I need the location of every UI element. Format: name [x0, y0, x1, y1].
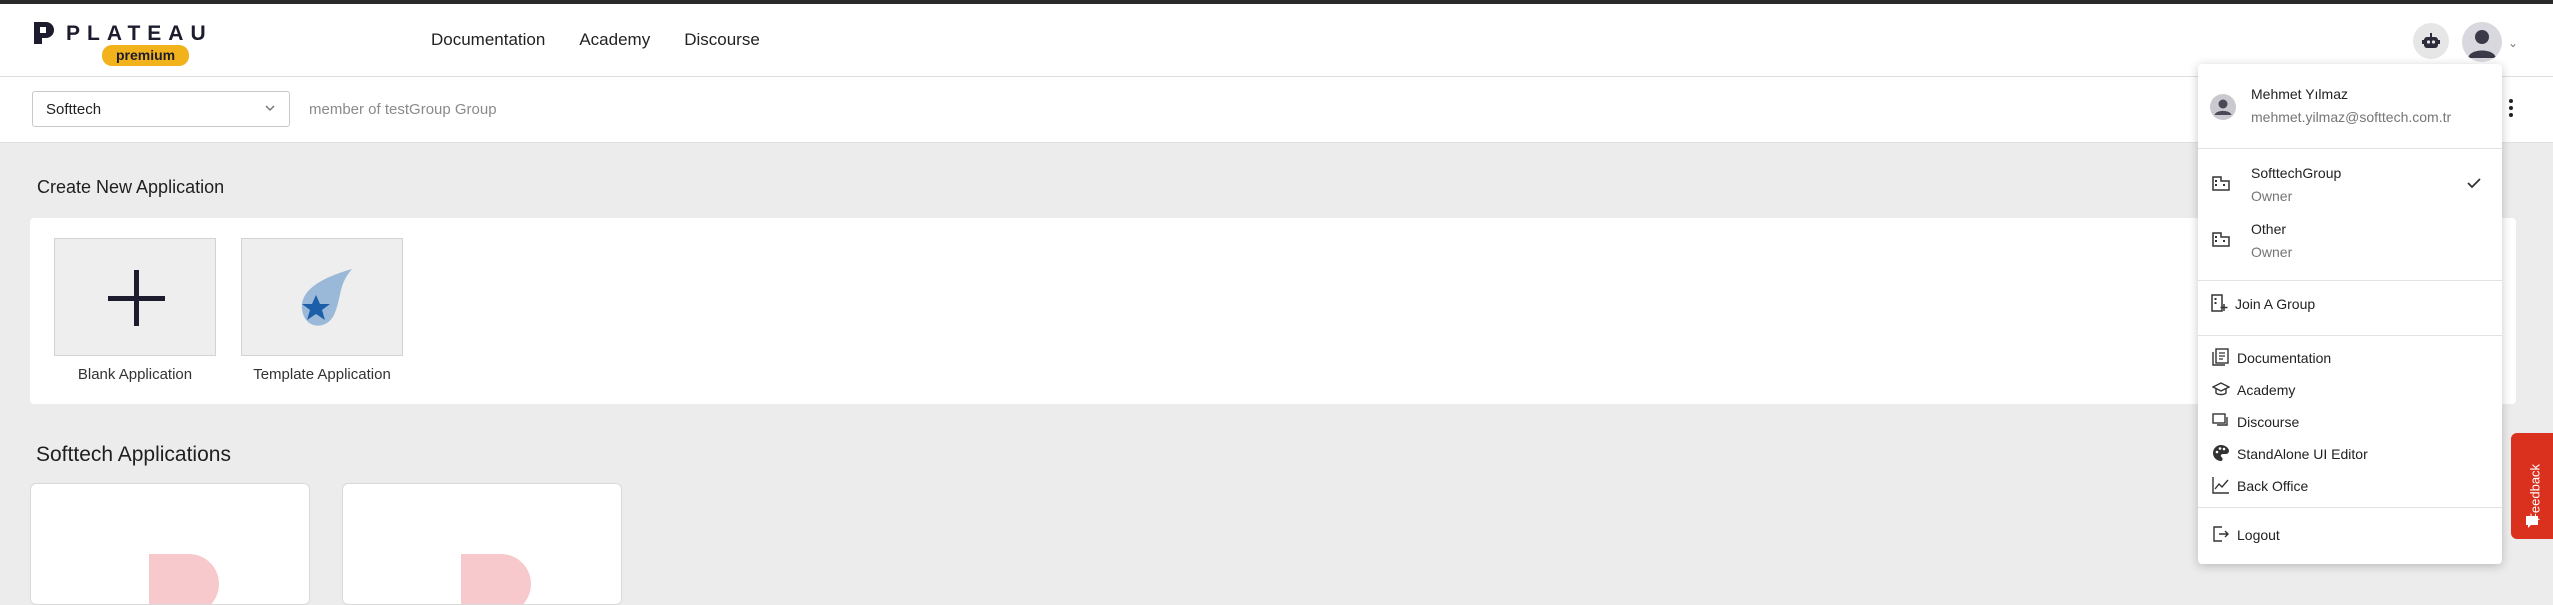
premium-badge: premium: [102, 45, 190, 66]
domain-add-icon: [2211, 294, 2228, 312]
logout-icon: [2213, 526, 2229, 542]
template-star-icon: [301, 269, 352, 326]
create-application-panel: Blank Application Template Application: [30, 218, 2516, 404]
menu-divider: [2198, 280, 2502, 281]
menu-link-discourse[interactable]: Discourse: [2198, 404, 2502, 436]
chevron-down-icon[interactable]: ⌄: [2508, 36, 2518, 50]
logout-label: Logout: [2237, 527, 2280, 543]
top-navigation: Documentation Academy Discourse: [431, 30, 794, 50]
create-section-title: Create New Application: [37, 177, 225, 197]
join-group-label: Join A Group: [2235, 296, 2316, 312]
user-info: Mehmet Yılmaz mehmet.yilmaz@softtech.com…: [2198, 82, 2502, 132]
menu-divider: [2198, 507, 2502, 508]
documents-icon: [2212, 348, 2229, 366]
menu-link-label: Academy: [2237, 382, 2296, 398]
group-toolbar: Softtech member of testGroup Group: [0, 77, 2553, 143]
app-logo-icon: [149, 554, 219, 604]
business-icon: [2212, 176, 2230, 191]
group-name: SofttechGroup: [2251, 165, 2342, 181]
nav-academy[interactable]: Academy: [579, 30, 650, 50]
apps-section-title: Softtech Applications: [36, 443, 231, 466]
more-options-icon[interactable]: [2508, 97, 2514, 119]
group-role: Owner: [2251, 188, 2293, 204]
user-name: Mehmet Yılmaz: [2251, 86, 2348, 102]
check-icon: [2467, 178, 2481, 189]
plateau-logo-mark-icon: [34, 22, 54, 44]
business-icon: [2212, 232, 2230, 247]
feedback-button[interactable]: Feedback: [2511, 433, 2553, 539]
menu-link-back-office[interactable]: Back Office: [2198, 468, 2502, 500]
application-card[interactable]: [30, 483, 310, 605]
user-menu: Mehmet Yılmaz mehmet.yilmaz@softtech.com…: [2198, 64, 2502, 564]
template-application-label: Template Application: [253, 366, 391, 383]
menu-link-documentation[interactable]: Documentation: [2198, 340, 2502, 372]
template-application-tile[interactable]: [241, 238, 403, 356]
chart-line-icon: [2212, 477, 2229, 494]
nav-discourse[interactable]: Discourse: [684, 30, 760, 50]
account-circle-icon: [2210, 94, 2236, 120]
menu-divider: [2198, 335, 2502, 336]
group-role: Owner: [2251, 244, 2293, 260]
blank-application-tile[interactable]: [54, 238, 216, 356]
user-email: mehmet.yilmaz@softtech.com.tr: [2251, 109, 2452, 125]
menu-link-academy[interactable]: Academy: [2198, 372, 2502, 404]
robot-icon: [2422, 33, 2440, 48]
blank-application-label: Blank Application: [77, 366, 193, 383]
user-avatar-icon: [2468, 30, 2496, 58]
brand-name: PLATEAU: [66, 22, 213, 45]
palette-icon: [2213, 445, 2229, 461]
logout-item[interactable]: Logout: [2198, 517, 2502, 549]
menu-link-label: StandAlone UI Editor: [2237, 446, 2368, 462]
menu-link-label: Discourse: [2237, 414, 2300, 430]
group-item-other[interactable]: Other Owner: [2198, 218, 2502, 264]
assistant-button[interactable]: [2413, 23, 2449, 59]
group-select-value: Softtech: [46, 101, 102, 118]
menu-link-label: Documentation: [2237, 350, 2332, 366]
group-select[interactable]: Softtech: [32, 91, 290, 127]
user-avatar-button[interactable]: [2462, 22, 2502, 62]
plus-icon: [108, 270, 165, 326]
app-logo-icon: [461, 554, 531, 604]
menu-divider: [2198, 148, 2502, 149]
group-item-softtechgroup[interactable]: SofttechGroup Owner: [2198, 162, 2502, 208]
top-header: PLATEAU premium Documentation Academy Di…: [0, 4, 2553, 77]
join-group-item[interactable]: Join A Group: [2198, 286, 2502, 320]
nav-documentation[interactable]: Documentation: [431, 30, 545, 50]
group-name: Other: [2251, 221, 2287, 237]
application-card[interactable]: [342, 483, 622, 605]
plateau-logo[interactable]: PLATEAU premium: [32, 18, 206, 70]
feedback-icon: [2526, 516, 2538, 528]
menu-link-standalone-ui-editor[interactable]: StandAlone UI Editor: [2198, 436, 2502, 468]
menu-link-label: Back Office: [2237, 478, 2309, 494]
membership-text: member of testGroup Group: [309, 101, 497, 118]
school-icon: [2212, 382, 2230, 396]
forum-icon: [2212, 413, 2228, 426]
chevron-down-icon: [265, 105, 275, 112]
